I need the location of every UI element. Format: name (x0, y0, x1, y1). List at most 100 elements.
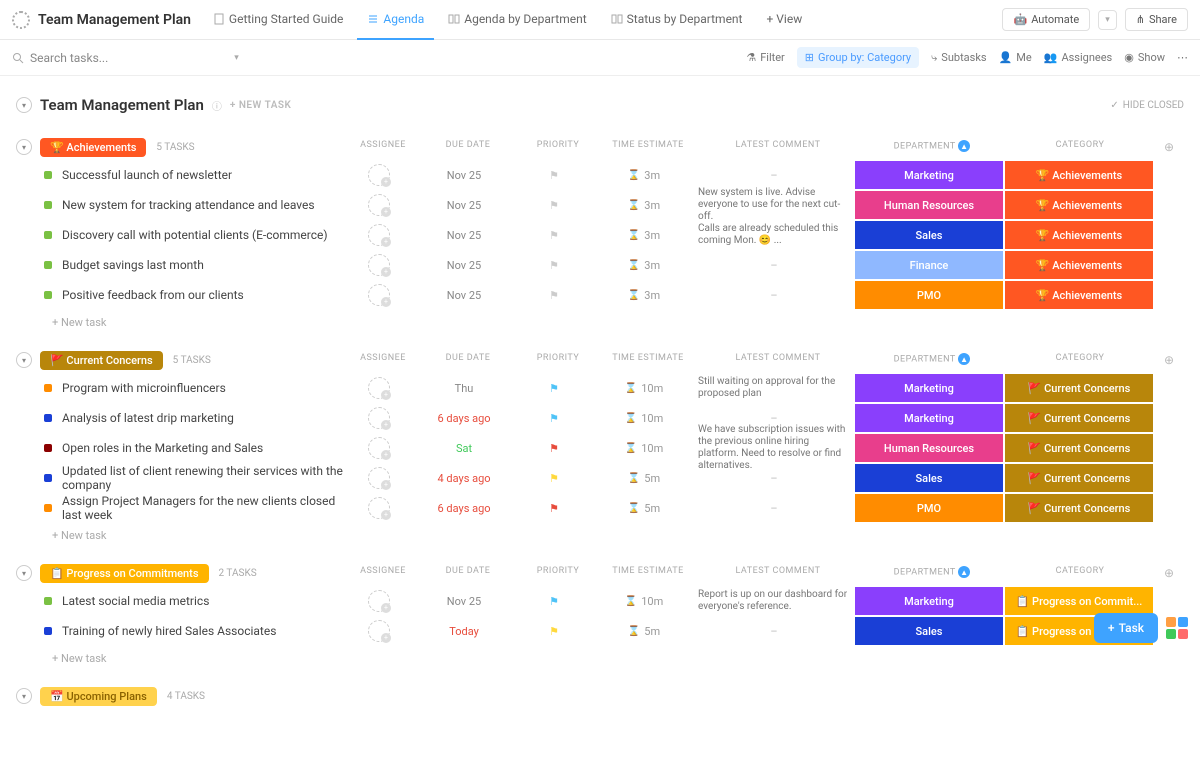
group-pill[interactable]: 📅 Upcoming Plans (40, 687, 157, 706)
task-title[interactable]: Budget savings last month (62, 258, 344, 272)
task-row[interactable]: Updated list of client renewing their se… (0, 463, 1200, 493)
task-row[interactable]: Program with microinfluencers Thu ⚑ ⌛10m… (0, 373, 1200, 403)
time-estimate-cell[interactable]: ⌛5m (594, 502, 694, 515)
priority-cell[interactable]: ⚑ (514, 412, 594, 425)
status-dot[interactable] (44, 444, 52, 452)
due-date-cell[interactable]: Nov 25 (414, 169, 514, 182)
task-row[interactable]: Assign Project Managers for the new clie… (0, 493, 1200, 523)
time-estimate-cell[interactable]: ⌛10m (594, 595, 694, 608)
time-estimate-cell[interactable]: ⌛3m (594, 199, 694, 212)
task-title[interactable]: Discovery call with potential clients (E… (62, 228, 344, 242)
category-tag[interactable]: 🏆 Achievements (1005, 221, 1153, 249)
task-row[interactable]: Budget savings last month Nov 25 ⚑ ⌛3m –… (0, 250, 1200, 280)
group-pill[interactable]: 📋 Progress on Commitments (40, 564, 209, 583)
view-tab-agenda-dept[interactable]: Agenda by Department (438, 0, 596, 40)
assignee-cell[interactable] (344, 284, 414, 306)
group-pill[interactable]: 🏆 Achievements (40, 138, 146, 157)
priority-cell[interactable]: ⚑ (514, 259, 594, 272)
collapse-all-icon[interactable]: ▾ (16, 97, 32, 113)
group-collapse-icon[interactable]: ▾ (16, 688, 32, 704)
comment-cell[interactable]: Calls are already scheduled this coming … (694, 221, 854, 249)
new-task-row[interactable]: + New task (0, 310, 1200, 335)
add-view-button[interactable]: + View (757, 0, 813, 40)
show-button[interactable]: ◉Show (1124, 51, 1165, 64)
task-title[interactable]: Open roles in the Marketing and Sales (62, 441, 344, 455)
due-date-cell[interactable]: 6 days ago (414, 412, 514, 425)
task-title[interactable]: Successful launch of newsletter (62, 168, 344, 182)
priority-cell[interactable]: ⚑ (514, 382, 594, 395)
time-estimate-cell[interactable]: ⌛10m (594, 382, 694, 395)
comment-cell[interactable]: – (694, 289, 854, 302)
priority-cell[interactable]: ⚑ (514, 229, 594, 242)
task-title[interactable]: Updated list of client renewing their se… (62, 464, 344, 492)
category-tag[interactable]: 📋 Progress on Commit... (1005, 587, 1153, 615)
assignee-cell[interactable] (344, 254, 414, 276)
task-row[interactable]: Successful launch of newsletter Nov 25 ⚑… (0, 160, 1200, 190)
status-dot[interactable] (44, 474, 52, 482)
comment-cell[interactable]: – (694, 259, 854, 272)
time-estimate-cell[interactable]: ⌛5m (594, 472, 694, 485)
task-title[interactable]: Latest social media metrics (62, 594, 344, 608)
due-date-cell[interactable]: Nov 25 (414, 199, 514, 212)
view-tab-getting-started[interactable]: Getting Started Guide (203, 0, 353, 40)
time-estimate-cell[interactable]: ⌛10m (594, 412, 694, 425)
status-dot[interactable] (44, 384, 52, 392)
task-row[interactable]: Analysis of latest drip marketing 6 days… (0, 403, 1200, 433)
group-collapse-icon[interactable]: ▾ (16, 565, 32, 581)
department-tag[interactable]: PMO (855, 281, 1003, 309)
priority-cell[interactable]: ⚑ (514, 472, 594, 485)
due-date-cell[interactable]: Nov 25 (414, 289, 514, 302)
task-title[interactable]: Analysis of latest drip marketing (62, 411, 344, 425)
apps-fab[interactable] (1166, 617, 1188, 639)
time-estimate-cell[interactable]: ⌛10m (594, 442, 694, 455)
category-tag[interactable]: 🚩 Current Concerns (1005, 434, 1153, 462)
comment-cell[interactable]: We have subscription issues with the pre… (694, 422, 854, 474)
department-tag[interactable]: PMO (855, 494, 1003, 522)
category-tag[interactable]: 🏆 Achievements (1005, 161, 1153, 189)
due-date-cell[interactable]: Nov 25 (414, 259, 514, 272)
priority-cell[interactable]: ⚑ (514, 595, 594, 608)
category-tag[interactable]: 🏆 Achievements (1005, 281, 1153, 309)
filter-button[interactable]: ⚗Filter (746, 51, 784, 64)
subtasks-button[interactable]: ⤷Subtasks (931, 51, 986, 65)
comment-cell[interactable]: – (694, 625, 854, 638)
due-date-cell[interactable]: Nov 25 (414, 595, 514, 608)
due-date-cell[interactable]: 4 days ago (414, 472, 514, 485)
time-estimate-cell[interactable]: ⌛3m (594, 259, 694, 272)
priority-cell[interactable]: ⚑ (514, 199, 594, 212)
priority-cell[interactable]: ⚑ (514, 625, 594, 638)
category-tag[interactable]: 🏆 Achievements (1005, 251, 1153, 279)
task-row[interactable]: Positive feedback from our clients Nov 2… (0, 280, 1200, 310)
comment-cell[interactable]: – (694, 169, 854, 182)
status-dot[interactable] (44, 261, 52, 269)
assignee-cell[interactable] (344, 467, 414, 489)
search-box[interactable]: Search tasks... ▾ (12, 51, 746, 65)
priority-cell[interactable]: ⚑ (514, 169, 594, 182)
category-tag[interactable]: 🏆 Achievements (1005, 191, 1153, 219)
category-tag[interactable]: 🚩 Current Concerns (1005, 404, 1153, 432)
department-tag[interactable]: Marketing (855, 587, 1003, 615)
new-task-header-button[interactable]: + NEW TASK (230, 100, 292, 111)
priority-cell[interactable]: ⚑ (514, 289, 594, 302)
department-tag[interactable]: Sales (855, 221, 1003, 249)
info-icon[interactable]: ⓘ (212, 98, 222, 113)
comment-cell[interactable]: – (694, 502, 854, 515)
due-date-cell[interactable]: Thu (414, 382, 514, 395)
due-date-cell[interactable]: Sat (414, 442, 514, 455)
category-tag[interactable]: 🚩 Current Concerns (1005, 374, 1153, 402)
department-tag[interactable]: Human Resources (855, 434, 1003, 462)
due-date-cell[interactable]: 6 days ago (414, 502, 514, 515)
due-date-cell[interactable]: Nov 25 (414, 229, 514, 242)
status-dot[interactable] (44, 414, 52, 422)
comment-cell[interactable]: Still waiting on approval for the propos… (694, 374, 854, 402)
status-dot[interactable] (44, 231, 52, 239)
time-estimate-cell[interactable]: ⌛3m (594, 169, 694, 182)
new-task-fab[interactable]: + Task (1094, 613, 1158, 643)
assignee-cell[interactable] (344, 164, 414, 186)
department-tag[interactable]: Marketing (855, 404, 1003, 432)
automate-chevron[interactable]: ▾ (1098, 10, 1117, 30)
status-dot[interactable] (44, 291, 52, 299)
status-dot[interactable] (44, 201, 52, 209)
assignee-cell[interactable] (344, 224, 414, 246)
status-dot[interactable] (44, 171, 52, 179)
